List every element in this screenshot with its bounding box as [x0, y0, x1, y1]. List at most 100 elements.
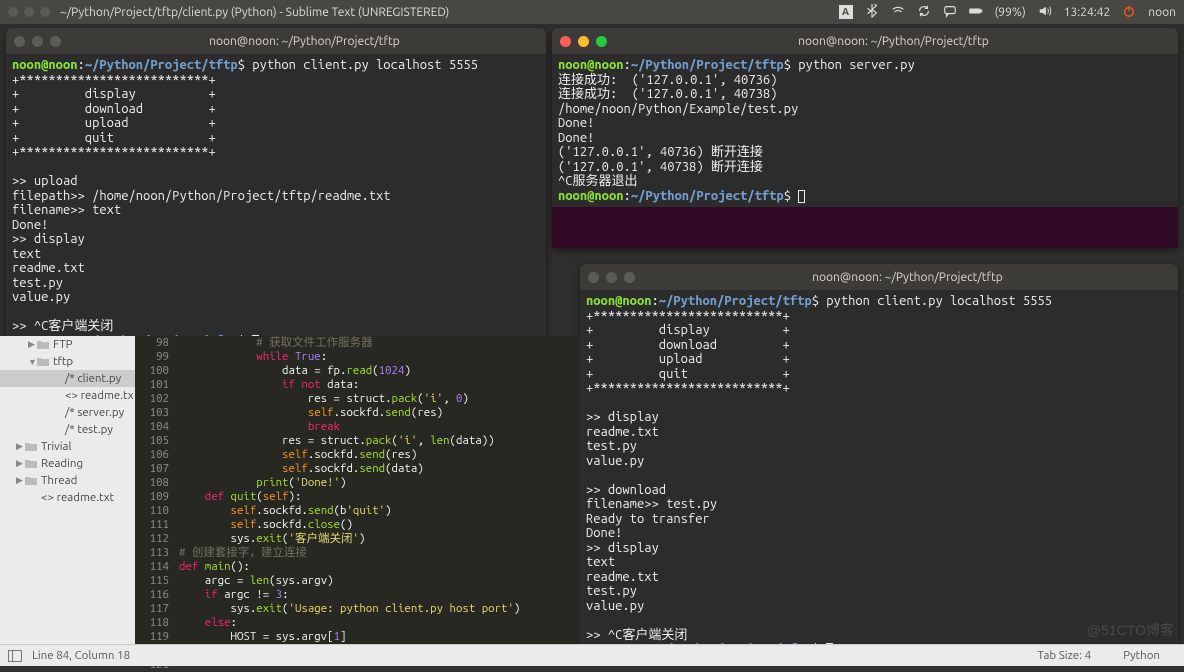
volume-icon[interactable] — [1038, 4, 1052, 21]
window-dot[interactable] — [24, 7, 34, 17]
code-line: data = fp.read(1024) — [179, 364, 580, 378]
folder-icon — [24, 441, 38, 453]
code-line: self.sockfd.send(data) — [179, 462, 580, 476]
code-line: self.sockfd.send(res) — [179, 406, 580, 420]
file-icon — [24, 492, 38, 504]
power-icon[interactable] — [1122, 4, 1136, 21]
close-icon[interactable] — [560, 36, 571, 47]
clock[interactable]: 13:24:42 — [1064, 6, 1111, 19]
terminal-1[interactable]: noon@noon: ~/Python/Project/tftp noon@no… — [6, 28, 546, 338]
code-line: if argc != 3: — [179, 588, 580, 602]
sidebar-file[interactable]: <> readme.txt — [0, 489, 135, 506]
code-line: print('Done!') — [179, 476, 580, 490]
sidebar-item-label: tftp — [53, 355, 73, 368]
window-dot[interactable] — [606, 272, 617, 283]
sidebar-file[interactable]: <> readme.tx — [0, 387, 135, 404]
user-menu[interactable]: noon — [1148, 6, 1176, 19]
terminal-3-body[interactable]: noon@noon:~/Python/Project/tftp$ python … — [580, 290, 1178, 644]
battery-icon[interactable] — [969, 4, 983, 21]
terminal-2-output: 连接成功: ('127.0.0.1', 40736) 连接成功: ('127.0… — [558, 73, 798, 189]
file-sidebar[interactable]: ▶ FTP ▼ tftp /* client.py <> readme.tx /* serv… — [0, 336, 135, 648]
window-dot[interactable] — [40, 7, 50, 17]
terminal-1-title: noon@noon: ~/Python/Project/tftp — [71, 35, 538, 48]
code-line: def quit(self): — [179, 490, 580, 504]
window-dot[interactable] — [8, 7, 18, 17]
terminal-1-body[interactable]: noon@noon:~/Python/Project/tftp$ python … — [6, 54, 546, 338]
chat-icon[interactable] — [943, 4, 957, 21]
code-line: self.sockfd.close() — [179, 518, 580, 532]
sync-icon[interactable] — [917, 4, 931, 21]
code-line: while True: — [179, 350, 580, 364]
sidebar-file[interactable]: /* test.py — [0, 421, 135, 438]
chevron-icon: ▶ — [16, 475, 24, 486]
keyboard-indicator-icon[interactable]: A — [839, 5, 853, 19]
sidebar-folder[interactable]: ▶ FTP — [0, 336, 135, 353]
maximize-icon[interactable] — [596, 36, 607, 47]
terminal-2[interactable]: noon@noon: ~/Python/Project/tftp noon@no… — [552, 28, 1178, 248]
sidebar-item-label: Trivial — [41, 440, 71, 453]
wifi-icon[interactable] — [891, 4, 905, 21]
top-menubar: ~/Python/Project/tftp/client.py (Python)… — [0, 0, 1184, 24]
sidebar-folder[interactable]: ▼ tftp — [0, 353, 135, 370]
sidebar-file[interactable]: /* server.py — [0, 404, 135, 421]
window-dot[interactable] — [588, 272, 599, 283]
file-icon — [48, 390, 62, 402]
chevron-icon: ▶ — [28, 339, 36, 350]
code-line: self.sockfd.send(b'quit') — [179, 504, 580, 518]
terminal-3-titlebar[interactable]: noon@noon: ~/Python/Project/tftp — [580, 264, 1178, 290]
app-title: ~/Python/Project/tftp/client.py (Python)… — [60, 6, 449, 19]
code-area[interactable]: # 获取文件工作服务器 while True: data = fp.read(1… — [175, 336, 580, 648]
code-line: sys.exit('Usage: python client.py host p… — [179, 602, 580, 616]
system-tray: A (99%) 13:24:42 noon — [839, 4, 1176, 21]
sidebar-item-label: /* test.py — [65, 423, 113, 436]
window-dot[interactable] — [14, 36, 25, 47]
code-line: # 获取文件工作服务器 — [179, 336, 580, 350]
code-line: self.sockfd.send(res) — [179, 448, 580, 462]
terminal-1-titlebar[interactable]: noon@noon: ~/Python/Project/tftp — [6, 28, 546, 54]
status-bar: Line 84, Column 18 Tab Size: 4 Python — [0, 644, 1184, 666]
bluetooth-icon[interactable] — [865, 4, 879, 21]
terminal-3-title: noon@noon: ~/Python/Project/tftp — [645, 271, 1170, 284]
syntax-mode[interactable]: Python — [1107, 649, 1176, 662]
code-line: res = struct.pack('i', 0) — [179, 392, 580, 406]
sidebar-item-label: <> readme.txt — [41, 491, 114, 504]
folder-icon — [36, 356, 50, 368]
folder-icon — [24, 475, 38, 487]
sidebar-folder[interactable]: ▶ Trivial — [0, 438, 135, 455]
terminal-2-titlebar[interactable]: noon@noon: ~/Python/Project/tftp — [552, 28, 1178, 54]
cursor-position: Line 84, Column 18 — [32, 649, 130, 662]
sidebar-folder[interactable]: ▶Reading — [0, 455, 135, 472]
chevron-icon: ▶ — [16, 441, 24, 452]
window-dot[interactable] — [624, 272, 635, 283]
window-dot[interactable] — [50, 36, 61, 47]
code-line: def main(): — [179, 560, 580, 574]
tab-size[interactable]: Tab Size: 4 — [1022, 649, 1108, 662]
window-controls[interactable] — [8, 7, 50, 17]
panel-switch-icon[interactable] — [8, 650, 22, 662]
code-line: if not data: — [179, 378, 580, 392]
terminal-2-body[interactable]: noon@noon:~/Python/Project/tftp$ python … — [552, 54, 1178, 207]
chevron-icon: ▶ — [16, 458, 24, 469]
sidebar-file[interactable]: /* client.py — [0, 370, 135, 387]
sidebar-item-label: <> readme.tx — [65, 389, 134, 402]
window-dot[interactable] — [32, 36, 43, 47]
terminal-3[interactable]: noon@noon: ~/Python/Project/tftp noon@no… — [580, 264, 1178, 644]
sidebar-item-label: /* server.py — [65, 406, 124, 419]
line-gutter: 98 99 100 101 102 103 104 105 106 107 10… — [135, 336, 175, 648]
battery-percent: (99%) — [995, 6, 1026, 19]
code-line: # 创建套接字，建立连接 — [179, 546, 580, 560]
terminal-1-output: +**************************+ + display +… — [12, 73, 391, 334]
sidebar-folder[interactable]: ▶Thread — [0, 472, 135, 489]
sidebar-item-label: /* client.py — [65, 372, 121, 385]
minimize-icon[interactable] — [578, 36, 589, 47]
folder-icon — [36, 339, 50, 351]
sidebar-item-label: FTP — [53, 338, 73, 351]
code-line: else: — [179, 616, 580, 630]
sublime-editor: ▶ FTP ▼ tftp /* client.py <> readme.tx /* serv… — [0, 336, 580, 648]
file-icon — [48, 424, 62, 436]
code-line: argc = len(sys.argv) — [179, 574, 580, 588]
terminal-3-output: +**************************+ + display +… — [586, 309, 790, 642]
folder-icon — [24, 458, 38, 470]
cursor-icon — [798, 190, 805, 203]
chevron-icon: ▼ — [28, 357, 36, 367]
